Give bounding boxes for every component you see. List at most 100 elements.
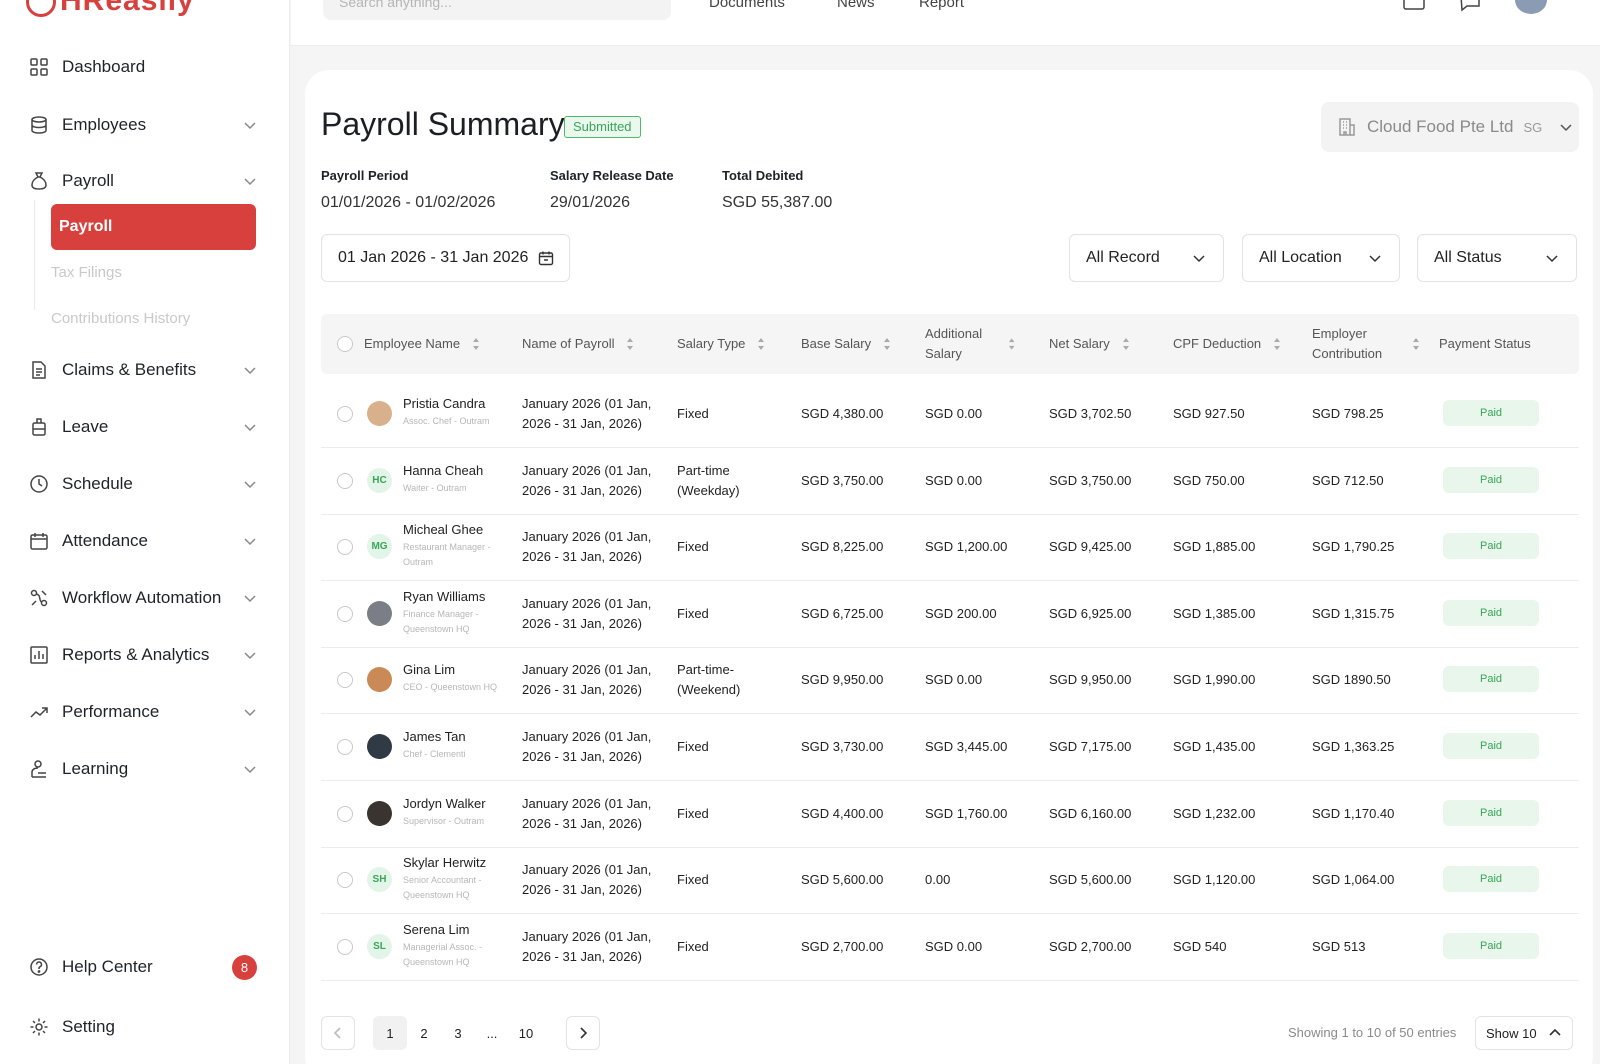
sidebar-item-leave[interactable]: Leave xyxy=(28,411,258,443)
release-date-value: 29/01/2026 xyxy=(550,194,631,211)
salary-type-cell: Fixed xyxy=(677,806,709,821)
sidebar-item-dashboard[interactable]: Dashboard xyxy=(28,51,258,83)
topnav-documents[interactable]: Documents xyxy=(709,0,785,11)
table-row[interactable]: James Tan Chef - Clementi January 2026 (01… xyxy=(321,713,1579,781)
chevron-down-icon xyxy=(244,367,256,375)
notification-count-badge: 8 xyxy=(232,955,257,980)
table-row[interactable]: Gina Lim CEO - Queenstown HQ January 2026 … xyxy=(321,646,1579,714)
sidebar-item-label: Schedule xyxy=(62,474,133,493)
pagination-prev-button[interactable] xyxy=(321,1016,355,1050)
logo-text: HReasily xyxy=(60,0,195,17)
column-header-employee-name[interactable]: Employee Name xyxy=(364,314,480,374)
help-center-link[interactable]: Help Center xyxy=(28,951,258,983)
base-salary-cell: SGD 9,950.00 xyxy=(801,672,884,687)
sidebar-subitem-payroll[interactable]: Payroll xyxy=(51,204,256,250)
sidebar-item-label: Attendance xyxy=(62,531,149,550)
cpf-deduction-cell: SGD 927.50 xyxy=(1173,406,1245,421)
sidebar-item-employees[interactable]: Employees xyxy=(28,109,258,141)
table-row[interactable]: Pristia Candra Assoc. Chef - Outram Januar… xyxy=(321,380,1579,448)
salary-type-cell: Fixed xyxy=(677,872,709,887)
company-selector[interactable]: Cloud Food Pte Ltd SG xyxy=(1321,102,1579,152)
grid-icon xyxy=(28,56,50,78)
status-filter-select[interactable]: All Status xyxy=(1417,234,1577,282)
pagination-page-3[interactable]: 3 xyxy=(441,1016,475,1050)
sidebar-item-claims-benefits[interactable]: Claims & Benefits xyxy=(28,354,258,386)
sidebar-item-label: Payroll xyxy=(62,171,114,190)
chevron-right-icon xyxy=(580,1027,588,1039)
brand-logo[interactable]: HReasily xyxy=(26,0,195,18)
record-filter-select[interactable]: All Record xyxy=(1069,234,1224,282)
column-header-net-salary[interactable]: Net Salary xyxy=(1049,314,1130,374)
table-row[interactable]: Jordyn Walker Supervisor - Outram January … xyxy=(321,780,1579,848)
column-header-label: Employee Name xyxy=(364,336,461,351)
page-size-select[interactable]: Show 10 xyxy=(1475,1016,1573,1050)
sidebar-item-performance[interactable]: Performance xyxy=(28,696,258,728)
sidebar-item-learning[interactable]: Learning xyxy=(28,753,258,785)
inbox-icon[interactable] xyxy=(1403,0,1425,12)
pagination-page-2[interactable]: 2 xyxy=(407,1016,441,1050)
setting-link[interactable]: Setting xyxy=(28,1011,258,1043)
sort-icon xyxy=(884,338,891,350)
employee-name: Gina Lim xyxy=(403,662,456,677)
pagination-page-10[interactable]: 10 xyxy=(509,1016,543,1050)
chat-icon[interactable] xyxy=(1459,0,1481,12)
sidebar-item-label: Reports & Analytics xyxy=(62,645,210,664)
sidebar-item-attendance[interactable]: Attendance xyxy=(28,525,258,557)
column-header-name-of-payroll[interactable]: Name of Payroll xyxy=(522,314,634,374)
avatar: HC xyxy=(367,468,392,493)
employer-contribution-cell: SGD 1,790.25 xyxy=(1312,539,1395,554)
table-row[interactable]: MG Micheal Ghee Restaurant Manager - Outra… xyxy=(321,513,1579,581)
page-size-value: Show 10 xyxy=(1486,1025,1537,1041)
topnav-report[interactable]: Report xyxy=(919,0,964,11)
column-header-cpf-deduction[interactable]: CPF Deduction xyxy=(1173,314,1281,374)
sidebar-item-payroll[interactable]: Payroll xyxy=(28,165,258,197)
user-avatar[interactable] xyxy=(1515,0,1547,14)
employee-name: James Tan xyxy=(403,729,466,744)
employee-role: Finance Manager - Queenstown HQ xyxy=(403,609,479,634)
row-checkbox[interactable] xyxy=(337,473,353,489)
row-checkbox[interactable] xyxy=(337,806,353,822)
chevron-down-icon xyxy=(1193,255,1205,263)
row-checkbox[interactable] xyxy=(337,872,353,888)
row-checkbox[interactable] xyxy=(337,406,353,422)
column-header-payment-status: Payment Status xyxy=(1439,336,1531,351)
sort-icon xyxy=(1274,338,1281,350)
sidebar-subitem-contributions-history[interactable]: Contributions History xyxy=(51,310,190,327)
row-checkbox[interactable] xyxy=(337,672,353,688)
sidebar-item-reports-analytics[interactable]: Reports & Analytics xyxy=(28,639,258,671)
table-row[interactable]: Ryan Williams Finance Manager - Queenstow… xyxy=(321,580,1579,648)
payroll-summary-card: Payroll Summary Submitted Cloud Food Pte… xyxy=(305,70,1593,1064)
sidebar-item-workflow-automation[interactable]: Workflow Automation xyxy=(28,582,258,614)
row-checkbox[interactable] xyxy=(337,739,353,755)
column-header-salary-type[interactable]: Salary Type xyxy=(677,314,765,374)
pagination-page-1[interactable]: 1 xyxy=(373,1016,407,1050)
select-all-checkbox[interactable] xyxy=(337,336,353,352)
sidebar-item-schedule[interactable]: Schedule xyxy=(28,468,258,500)
search-input[interactable]: Search anything... xyxy=(323,0,671,20)
location-filter-select[interactable]: All Location xyxy=(1242,234,1400,282)
salary-type-cell: Fixed xyxy=(677,739,709,754)
cpf-deduction-cell: SGD 540 xyxy=(1173,939,1227,954)
sidebar-subitem-tax-filings[interactable]: Tax Filings xyxy=(51,264,122,281)
row-checkbox[interactable] xyxy=(337,539,353,555)
table-row[interactable]: SL Serena Lim Managerial Assoc. - Queensto… xyxy=(321,913,1579,981)
table-row[interactable]: SH Skylar Herwitz Senior Accountant - Quee… xyxy=(321,846,1579,914)
column-header-base-salary[interactable]: Base Salary xyxy=(801,314,891,374)
chevron-down-icon xyxy=(244,481,256,489)
sort-icon xyxy=(758,338,765,350)
employee-name: Skylar Herwitz xyxy=(403,855,487,870)
additional-salary-cell: SGD 1,760.00 xyxy=(925,806,1008,821)
pagination-next-button[interactable] xyxy=(566,1016,600,1050)
base-salary-cell: SGD 4,380.00 xyxy=(801,406,884,421)
row-checkbox[interactable] xyxy=(337,939,353,955)
topnav-news[interactable]: News xyxy=(837,0,875,11)
column-header-employer-contribution[interactable]: Employer Contribution xyxy=(1312,314,1422,374)
employee-name: Serena Lim xyxy=(403,922,470,937)
base-salary-cell: SGD 2,700.00 xyxy=(801,939,884,954)
table-row[interactable]: HC Hanna Cheah Waiter - Outram January 2026… xyxy=(321,447,1579,515)
date-range-picker[interactable]: 01 Jan 2026 - 31 Jan 2026 xyxy=(321,234,570,282)
payroll-period-value: 01/01/2026 - 01/02/2026 xyxy=(321,194,496,211)
additional-salary-cell: SGD 0.00 xyxy=(925,473,983,488)
column-header-additional-salary[interactable]: Additional Salary xyxy=(925,314,1015,374)
row-checkbox[interactable] xyxy=(337,606,353,622)
